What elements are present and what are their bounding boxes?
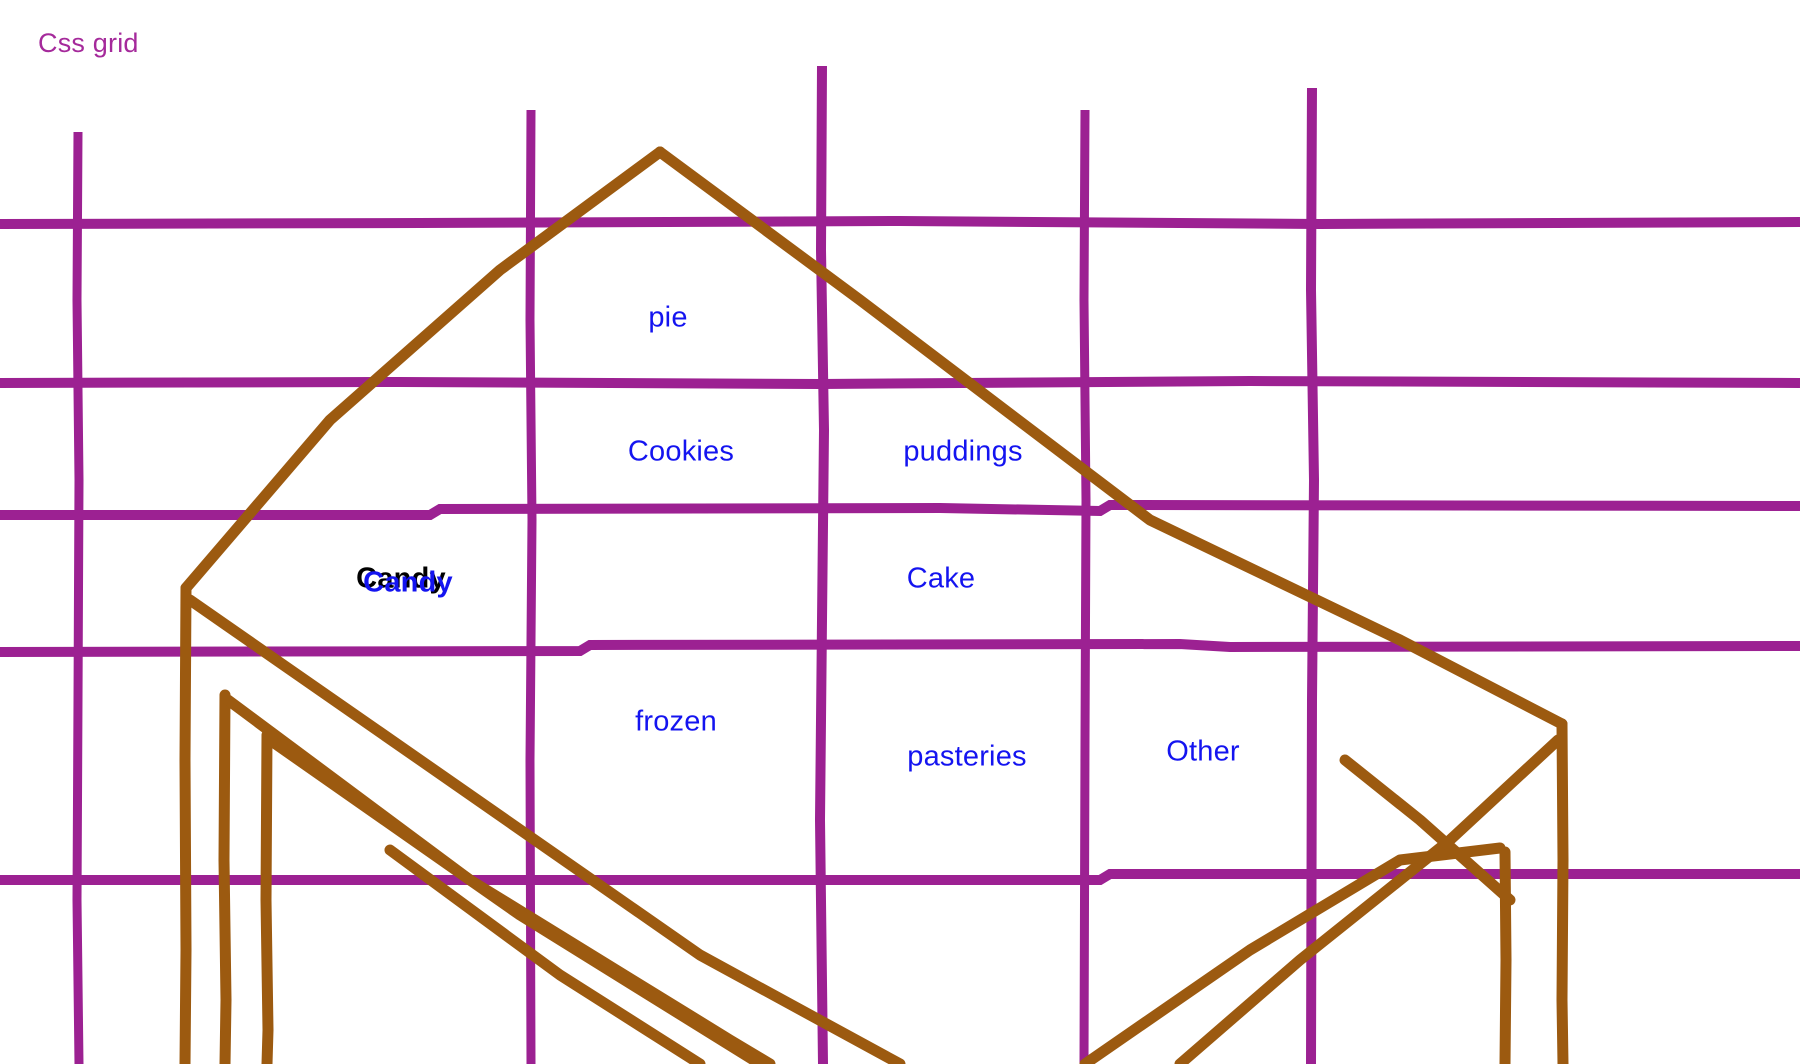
sketch-diagonal-left-2 <box>184 594 906 1064</box>
cell-label-cake: Cake <box>906 562 976 595</box>
sketch-leg-left-mid <box>218 689 232 1064</box>
sketch-leg-left-outer <box>179 582 192 1064</box>
sketch-edge-apex-to-right <box>654 146 1568 730</box>
cell-label-candy: Candy <box>363 566 453 599</box>
sketch-canvas <box>0 65 1800 1064</box>
sketch-leg-left-inner <box>260 729 274 1064</box>
grid-line-vertical-4 <box>1079 109 1091 1064</box>
cell-label-other: Other <box>1166 735 1240 768</box>
grid-line-horizontal-3 <box>0 499 1800 520</box>
page-title: Css grid <box>38 28 139 58</box>
sketch-leg-right-outer <box>1556 718 1569 1064</box>
sketch-leg-right-mid <box>1499 846 1512 1064</box>
cell-label-puddings: puddings <box>903 435 1023 468</box>
cell-label-cookies: Cookies <box>627 435 735 468</box>
grid-line-vertical-3 <box>814 65 830 1064</box>
cell-label-pie: pie <box>648 301 688 334</box>
grid-line-horizontal-1 <box>0 215 1800 230</box>
grid-line-horizontal-2 <box>0 375 1800 390</box>
brown-sketch <box>179 146 1569 1064</box>
screenshot-stage: Css grid pie Cookies puddings Candy Cand… <box>0 0 1800 1064</box>
cell-label-pasteries: pasteries <box>907 740 1027 773</box>
grid-line-vertical-1 <box>72 131 84 1064</box>
sketch-diagonal-right-3 <box>1079 842 1506 1064</box>
cell-label-frozen: frozen <box>635 705 717 738</box>
